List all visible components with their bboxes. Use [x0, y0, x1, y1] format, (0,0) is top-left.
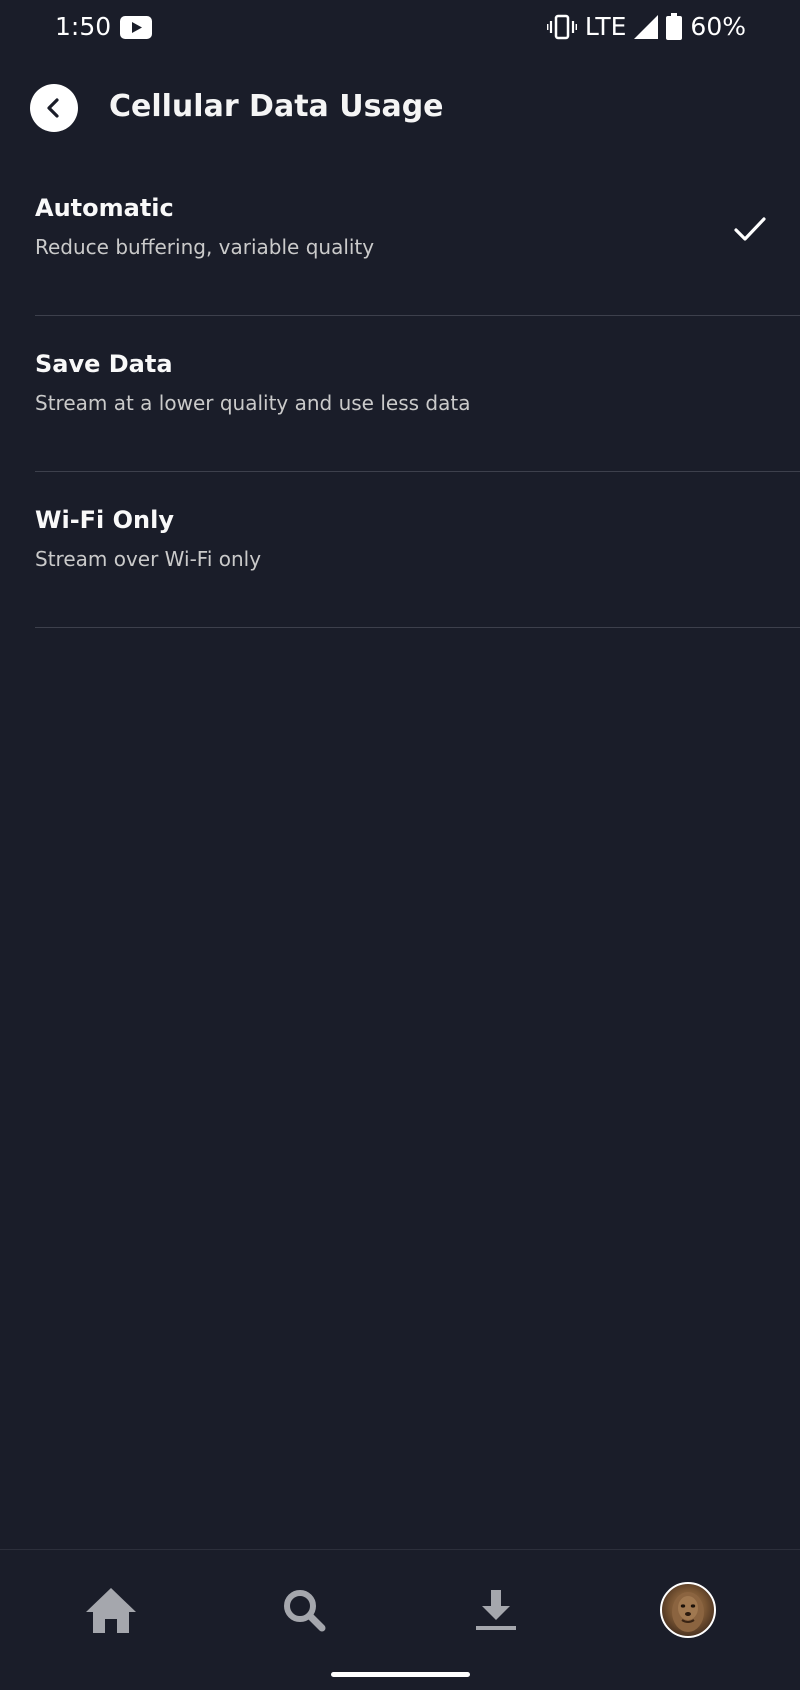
- option-title: Save Data: [35, 350, 173, 378]
- home-indicator[interactable]: [331, 1672, 470, 1677]
- nav-profile[interactable]: [658, 1580, 718, 1640]
- status-time: 1:50: [55, 12, 112, 41]
- page-title: Cellular Data Usage: [109, 89, 444, 124]
- youtube-notification-icon: [120, 16, 152, 39]
- option-automatic[interactable]: Automatic Reduce buffering, variable qua…: [0, 160, 800, 316]
- option-save-data[interactable]: Save Data Stream at a lower quality and …: [0, 316, 800, 472]
- data-usage-options: Automatic Reduce buffering, variable qua…: [0, 160, 800, 628]
- chevron-left-icon: [47, 98, 59, 118]
- option-title: Automatic: [35, 194, 174, 222]
- signal-icon: [634, 14, 659, 39]
- avatar-image: [672, 1592, 704, 1632]
- battery-level: 60%: [690, 12, 746, 41]
- option-title: Wi-Fi Only: [35, 506, 174, 534]
- header: Cellular Data Usage: [0, 84, 800, 134]
- nav-downloads[interactable]: [466, 1580, 526, 1640]
- nav-search[interactable]: [274, 1580, 334, 1640]
- profile-avatar: [660, 1582, 716, 1638]
- divider: [35, 627, 800, 628]
- option-wifi-only[interactable]: Wi-Fi Only Stream over Wi-Fi only: [0, 472, 800, 628]
- option-description: Reduce buffering, variable quality: [35, 235, 375, 259]
- nav-home[interactable]: [81, 1580, 141, 1640]
- checkmark-icon: [734, 217, 766, 241]
- vibrate-icon: [546, 14, 577, 39]
- status-icons: LTE 60%: [546, 12, 746, 41]
- back-button[interactable]: [30, 84, 78, 132]
- option-description: Stream at a lower quality and use less d…: [35, 391, 471, 415]
- bottom-nav: [0, 1549, 800, 1690]
- search-icon: [284, 1590, 326, 1632]
- battery-icon: [666, 13, 683, 40]
- network-type: LTE: [584, 12, 627, 41]
- option-description: Stream over Wi-Fi only: [35, 547, 262, 571]
- home-icon: [86, 1588, 136, 1633]
- status-bar: 1:50 LTE 60%: [0, 0, 800, 56]
- download-icon: [476, 1590, 516, 1630]
